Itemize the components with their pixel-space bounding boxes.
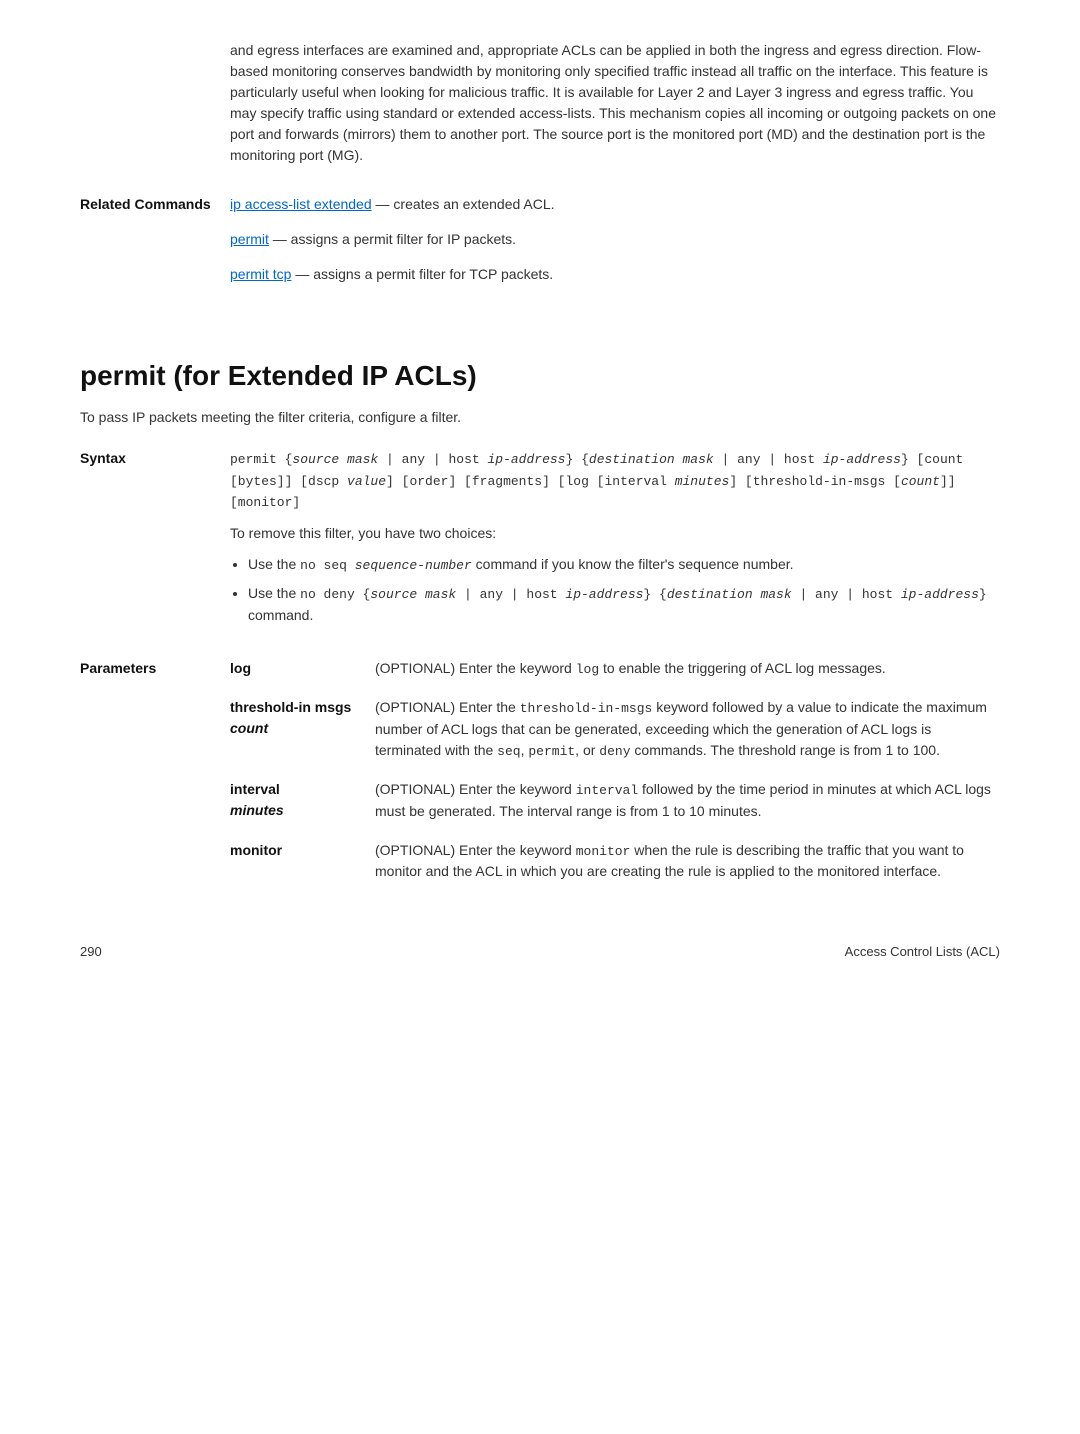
bullet-suffix: command. — [248, 607, 313, 623]
param-desc-text: , or — [575, 742, 599, 758]
param-desc-code: seq — [497, 744, 520, 759]
related-item-text: — assigns a permit filter for TCP packet… — [291, 266, 553, 282]
bullet-code: no deny { — [300, 587, 370, 602]
bullet-italic: sequence-number — [355, 558, 472, 573]
param-desc-code: permit — [528, 744, 575, 759]
param-name: log — [230, 658, 375, 680]
param-name-text: threshold-in msgs — [230, 699, 351, 715]
related-commands-row: Related Commands ip access-list extended… — [80, 194, 1000, 285]
description-continuation: and egress interfaces are examined and, … — [230, 40, 1000, 166]
param-name-text: log — [230, 660, 251, 676]
bullet-code: no seq — [300, 558, 355, 573]
link-permit[interactable]: permit — [230, 231, 269, 247]
bullet-italic: ip-address — [565, 587, 643, 602]
bullet-code: } — [979, 587, 987, 602]
list-item: Use the no deny {source mask | any | hos… — [248, 583, 1000, 626]
param-row-threshold: threshold-in msgs count (OPTIONAL) Enter… — [80, 697, 1000, 761]
param-desc-text: (OPTIONAL) Enter the keyword — [375, 660, 576, 676]
param-desc-code: interval — [576, 783, 638, 798]
syntax-label: Syntax — [80, 448, 230, 646]
param-name: threshold-in msgs count — [230, 697, 375, 761]
bullet-suffix: command if you know the filter's sequenc… — [472, 556, 794, 572]
param-desc: (OPTIONAL) Enter the threshold-in-msgs k… — [375, 697, 1000, 761]
related-commands-label: Related Commands — [80, 194, 230, 285]
section-heading: permit (for Extended IP ACLs) — [80, 355, 1000, 397]
syntax-row: Syntax permit {source mask | any | host … — [80, 448, 1000, 646]
syntax-code: permit {source mask | any | host ip-addr… — [230, 448, 1000, 513]
footer-title: Access Control Lists (ACL) — [845, 942, 1000, 962]
param-row-log: Parameters log (OPTIONAL) Enter the keyw… — [80, 658, 1000, 680]
param-desc-code: deny — [599, 744, 630, 759]
param-row-monitor: monitor (OPTIONAL) Enter the keyword mon… — [80, 840, 1000, 883]
related-commands-content: ip access-list extended — creates an ext… — [230, 194, 1000, 285]
bullet-italic: source mask — [370, 587, 456, 602]
syntax-text: permit {source mask | any | host ip-addr… — [230, 452, 963, 510]
param-desc-text: (OPTIONAL) Enter the — [375, 699, 520, 715]
param-desc-code: monitor — [576, 844, 631, 859]
syntax-note: To remove this filter, you have two choi… — [230, 523, 1000, 544]
param-name: interval minutes — [230, 779, 375, 822]
related-item-text: — creates an extended ACL. — [372, 196, 555, 212]
param-row-interval: interval minutes (OPTIONAL) Enter the key… — [80, 779, 1000, 822]
param-name: monitor — [230, 840, 375, 883]
param-name-text: interval — [230, 781, 280, 797]
page-footer: 290 Access Control Lists (ACL) — [80, 942, 1000, 962]
param-desc: (OPTIONAL) Enter the keyword monitor whe… — [375, 840, 1000, 883]
link-ip-access-list-extended[interactable]: ip access-list extended — [230, 196, 372, 212]
link-permit-tcp[interactable]: permit tcp — [230, 266, 291, 282]
param-name-italic: count — [230, 720, 268, 736]
bullet-code: | any | host — [792, 587, 901, 602]
list-item: Use the no seq sequence-number command i… — [248, 554, 1000, 576]
bullet-italic: destination mask — [667, 587, 792, 602]
param-desc: (OPTIONAL) Enter the keyword interval fo… — [375, 779, 1000, 822]
param-desc-text: (OPTIONAL) Enter the keyword — [375, 781, 576, 797]
section-intro: To pass IP packets meeting the filter cr… — [80, 407, 1000, 428]
bullet-code: } { — [643, 587, 666, 602]
bullet-italic: ip-address — [901, 587, 979, 602]
param-desc-text: commands. The threshold range is from 1 … — [631, 742, 940, 758]
param-desc-code: log — [576, 662, 599, 677]
param-desc-text: (OPTIONAL) Enter the keyword — [375, 842, 576, 858]
parameters-label: Parameters — [80, 658, 230, 680]
bullet-prefix: Use the — [248, 556, 300, 572]
page-number: 290 — [80, 942, 102, 962]
syntax-bullet-list: Use the no seq sequence-number command i… — [230, 554, 1000, 626]
param-desc-code: threshold-in-msgs — [520, 701, 653, 716]
param-name-text: monitor — [230, 842, 282, 858]
bullet-prefix: Use the — [248, 585, 300, 601]
param-desc-text: to enable the triggering of ACL log mess… — [599, 660, 886, 676]
bullet-code: | any | host — [456, 587, 565, 602]
param-name-italic: minutes — [230, 802, 284, 818]
related-item-text: — assigns a permit filter for IP packets… — [269, 231, 516, 247]
param-desc: (OPTIONAL) Enter the keyword log to enab… — [375, 658, 1000, 680]
